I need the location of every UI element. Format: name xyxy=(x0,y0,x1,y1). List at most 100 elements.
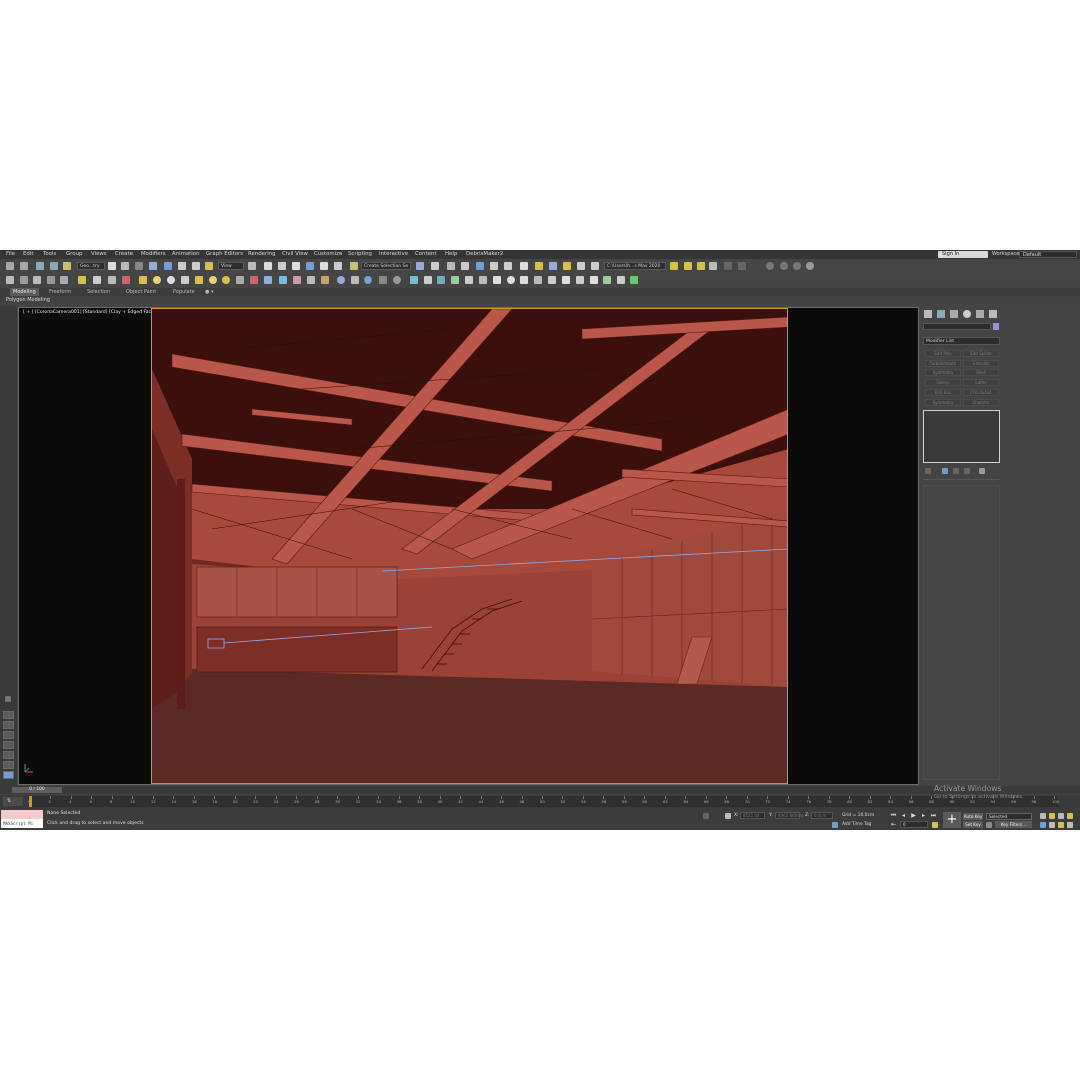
menu-civil-view[interactable]: Civil View xyxy=(282,251,308,258)
select-move-icon[interactable] xyxy=(164,262,172,270)
lock-selection-icon[interactable] xyxy=(703,813,709,819)
menu-debrismaker[interactable]: DebrisMaker2 xyxy=(466,251,503,258)
menu-scripting[interactable]: Scripting xyxy=(348,251,372,258)
floor-generator-icon[interactable] xyxy=(576,276,584,284)
select-place-icon[interactable] xyxy=(205,262,213,270)
viewport[interactable]: [ + ] [CoronaCamera001] [Standard] [Clay… xyxy=(18,307,919,785)
tab-populate[interactable]: Populate xyxy=(173,288,195,296)
maxscript-listener-top[interactable] xyxy=(1,810,43,819)
modifier-button[interactable]: Symmetry xyxy=(925,398,961,406)
menu-tools[interactable]: Tools xyxy=(43,251,56,258)
menu-rendering[interactable]: Rendering xyxy=(248,251,276,258)
menu-edit[interactable]: Edit xyxy=(23,251,33,258)
expand-chevron-icon[interactable] xyxy=(630,276,638,284)
menu-help[interactable]: Help xyxy=(445,251,457,258)
modifier-button[interactable]: FFD 4x4x4 xyxy=(963,388,999,396)
corona-proxy-icon[interactable] xyxy=(195,276,203,284)
corona-camera-icon[interactable] xyxy=(181,276,189,284)
expand-arrow-icon[interactable] xyxy=(5,696,11,702)
layout-button-4[interactable] xyxy=(3,741,14,749)
maxscript-listener[interactable]: MAXScript Mi xyxy=(1,819,43,828)
orbit-icon[interactable] xyxy=(1058,822,1064,828)
circle-tool-icon-2[interactable] xyxy=(780,262,788,270)
current-frame-field[interactable]: 0 xyxy=(900,821,928,828)
snaps-toggle-icon[interactable] xyxy=(292,262,300,270)
compass-icon[interactable] xyxy=(507,276,515,284)
align-icon[interactable] xyxy=(431,262,439,270)
y-coordinate-field[interactable]: 4962.866cm xyxy=(775,812,803,819)
set-key-big-button[interactable]: + xyxy=(943,812,961,828)
time-config-icon[interactable] xyxy=(932,822,938,828)
menu-content[interactable]: Content xyxy=(415,251,436,258)
schematic-view-icon[interactable] xyxy=(504,262,512,270)
tab-selection[interactable]: Selection xyxy=(87,288,110,296)
ref-coord-select[interactable]: View xyxy=(218,262,244,270)
a360-gallery-icon[interactable] xyxy=(591,262,599,270)
cloth-icon[interactable] xyxy=(451,276,459,284)
box-icon[interactable] xyxy=(33,276,41,284)
undo-icon[interactable] xyxy=(6,262,14,270)
render-frame-icon[interactable] xyxy=(549,262,557,270)
menu-animation[interactable]: Animation xyxy=(172,251,199,258)
move-gizmo-icon[interactable] xyxy=(264,262,272,270)
layout-button-2[interactable] xyxy=(3,721,14,729)
display-tab-icon[interactable] xyxy=(976,310,984,318)
modifier-list-select[interactable]: Modifier List xyxy=(923,337,1000,345)
pan-icon[interactable] xyxy=(1049,822,1055,828)
menu-group[interactable]: Group xyxy=(66,251,82,258)
material-editor-icon[interactable] xyxy=(520,262,528,270)
proxy-export-icon[interactable] xyxy=(437,276,445,284)
previous-frame-icon[interactable]: ◂ xyxy=(900,812,907,819)
railclone-icon[interactable] xyxy=(548,276,556,284)
modifier-button[interactable]: TurboSmooth xyxy=(925,359,961,367)
spacewarp-icon[interactable] xyxy=(122,276,130,284)
menu-file[interactable]: File xyxy=(6,251,15,258)
statistics-icon[interactable] xyxy=(379,276,387,284)
modifier-button[interactable]: Edit Spline xyxy=(963,350,999,357)
info-icon[interactable] xyxy=(393,276,401,284)
scene-folder-icon[interactable] xyxy=(697,262,705,270)
fur-icon[interactable] xyxy=(264,276,272,284)
cone-icon[interactable] xyxy=(20,276,28,284)
camera-render-region[interactable] xyxy=(151,308,788,784)
open-folder-icon[interactable] xyxy=(684,262,692,270)
absolute-mode-icon[interactable] xyxy=(725,813,731,819)
corona-converter-icon[interactable] xyxy=(321,276,329,284)
key-selection-select[interactable]: Selected xyxy=(986,813,1032,820)
object-name-field[interactable] xyxy=(923,323,991,330)
grid-icon[interactable] xyxy=(60,276,68,284)
forest-pack-icon[interactable] xyxy=(562,276,570,284)
camera-icon[interactable] xyxy=(93,276,101,284)
layout-button-6[interactable] xyxy=(3,761,14,769)
corona-light-icon[interactable] xyxy=(139,276,147,284)
measure-icon[interactable] xyxy=(534,276,542,284)
spinner-snap-icon[interactable] xyxy=(334,262,342,270)
modifier-button[interactable]: Chamfer xyxy=(963,398,999,406)
timeline-track[interactable]: 0246810121416182022242628303234363840424… xyxy=(28,796,1059,807)
zoom-extents-all-icon[interactable] xyxy=(1067,813,1073,819)
next-frame-icon[interactable]: ▸ xyxy=(920,812,927,819)
render-cloud-icon[interactable] xyxy=(577,262,585,270)
add-time-tag[interactable]: Add Time Tag xyxy=(842,822,871,828)
globe-icon[interactable] xyxy=(337,276,345,284)
layout-button-active[interactable] xyxy=(3,771,14,779)
bulb-icon[interactable] xyxy=(617,276,625,284)
layout-button-3[interactable] xyxy=(3,731,14,739)
zoom-all-icon[interactable] xyxy=(1049,813,1055,819)
window-crossing-icon[interactable] xyxy=(149,262,157,270)
menu-graph-editors[interactable]: Graph Editors xyxy=(206,251,243,258)
bind-spacewarp-icon[interactable] xyxy=(63,262,71,270)
x-coordinate-field[interactable]: 8522.04 xyxy=(740,812,765,819)
text-tool-icon[interactable] xyxy=(493,276,501,284)
tab-object-paint[interactable]: Object Paint xyxy=(126,288,156,296)
plane-icon[interactable] xyxy=(47,276,55,284)
configure-sets-icon[interactable] xyxy=(979,468,985,474)
percent-snap-icon[interactable] xyxy=(320,262,328,270)
modifier-button[interactable]: FFD Box xyxy=(925,388,961,396)
modifier-button[interactable]: Edit Poly xyxy=(925,350,961,357)
layer-explorer-icon[interactable] xyxy=(447,262,455,270)
edit-named-sets-icon[interactable] xyxy=(350,262,358,270)
project-folder-icon[interactable] xyxy=(670,262,678,270)
sun-position-icon[interactable] xyxy=(424,276,432,284)
curve-editor-icon[interactable] xyxy=(490,262,498,270)
